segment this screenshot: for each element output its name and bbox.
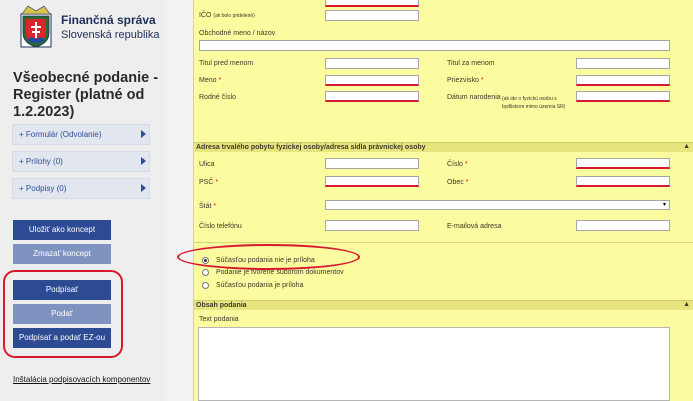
org-subtitle: Slovenská republika: [61, 29, 160, 41]
number-label: Číslo *: [447, 161, 468, 168]
ico-field[interactable]: [325, 10, 419, 21]
chevron-down-icon: ▾: [662, 202, 666, 208]
accordion-prilohy-label: Prílohy (0): [25, 157, 63, 166]
form-panel: IČO (ak bolo pridelené) Obchodné meno / …: [193, 0, 693, 401]
business-name-field[interactable]: [199, 40, 670, 51]
accordion-formular-label: Formulár (Odvolanie): [25, 130, 102, 139]
tax-id-field[interactable]: [325, 0, 419, 7]
chevron-right-icon: [141, 157, 146, 165]
birth-number-field[interactable]: [325, 91, 419, 102]
number-field[interactable]: [576, 158, 670, 169]
title-after-field[interactable]: [576, 58, 670, 69]
accordion-podpisy-label: Podpisy (0): [25, 184, 67, 193]
radio-with-attachment-label: Súčasťou podania je príloha: [216, 282, 304, 289]
text-label: Text podania: [199, 316, 239, 323]
phone-label: Číslo telefónu: [199, 223, 242, 230]
submit-button[interactable]: Podať: [13, 304, 111, 324]
form-title: Všeobecné podanie - Register (platné od …: [13, 70, 159, 120]
email-field[interactable]: [576, 220, 670, 231]
state-label: Štát *: [199, 203, 217, 210]
org-name: Finančná správa: [61, 13, 156, 27]
email-label: E-mailová adresa: [447, 223, 502, 230]
title-before-field[interactable]: [325, 58, 419, 69]
delete-draft-button[interactable]: Zmazať koncept: [13, 244, 111, 264]
city-label: Obec *: [447, 179, 469, 186]
install-signing-components-link[interactable]: Inštalácia podpisovacích komponentov: [13, 375, 150, 384]
birth-date-field[interactable]: [576, 91, 670, 102]
birth-date-label: Dátum narodenia: [447, 94, 501, 101]
radio-with-attachment[interactable]: [202, 282, 209, 289]
surname-label: Priezvisko *: [447, 77, 484, 84]
business-name-label: Obchodné meno / názov: [199, 30, 276, 37]
first-name-label: Meno *: [199, 77, 222, 84]
plus-icon: +: [19, 157, 26, 166]
save-draft-button[interactable]: Uložiť ako koncept: [13, 220, 111, 240]
phone-field[interactable]: [325, 220, 419, 231]
chevron-right-icon: [141, 130, 146, 138]
accordion-podpisy[interactable]: + Podpisy (0): [12, 178, 150, 199]
collapse-icon[interactable]: ▲: [683, 142, 690, 152]
plus-icon: +: [19, 184, 26, 193]
zip-field[interactable]: [325, 176, 419, 187]
address-section-title: Adresa trvalého pobytu fyzickej osoby/ad…: [196, 144, 426, 151]
address-section-header[interactable]: Adresa trvalého pobytu fyzickej osoby/ad…: [194, 142, 693, 152]
radio-document-set[interactable]: [202, 269, 209, 276]
submission-text-area[interactable]: [198, 327, 670, 401]
surname-field[interactable]: [576, 75, 670, 86]
birth-date-note: (ak ide o fyzickú osobu s bydliskom mimo …: [502, 96, 566, 110]
content-section-title: Obsah podania: [196, 302, 247, 309]
main-area: IČO (ak bolo pridelené) Obchodné meno / …: [165, 0, 693, 401]
plus-icon: +: [19, 130, 26, 139]
radio-no-attachment-label: Súčasťou podania nie je príloha: [216, 257, 315, 264]
sign-and-submit-ez-button[interactable]: Podpísať a podať EZ-ou: [13, 328, 111, 348]
zip-label: PSČ *: [199, 179, 219, 186]
collapse-icon[interactable]: ▲: [683, 300, 690, 310]
birth-number-label: Rodné číslo: [199, 94, 236, 101]
accordion-prilohy[interactable]: + Prílohy (0): [12, 151, 150, 172]
radio-document-set-label: Podanie je tvorené súborom dokumentov: [216, 269, 344, 276]
title-before-label: Titul pred menom: [199, 60, 254, 67]
city-field[interactable]: [576, 176, 670, 187]
chevron-right-icon: [141, 184, 146, 192]
street-label: Ulica: [199, 161, 215, 168]
sidebar: Finančná správa Slovenská republika Všeo…: [0, 0, 166, 401]
first-name-field[interactable]: [325, 75, 419, 86]
sign-button[interactable]: Podpísať: [13, 280, 111, 300]
financna-sprava-logo: [20, 5, 52, 48]
street-field[interactable]: [325, 158, 419, 169]
title-after-label: Titul za menom: [447, 60, 495, 67]
content-section-header[interactable]: Obsah podania ▲: [194, 300, 693, 310]
state-select[interactable]: ▾: [325, 200, 670, 210]
radio-no-attachment[interactable]: [202, 257, 209, 264]
ico-label: IČO (ak bolo pridelené): [199, 12, 255, 19]
accordion-formular[interactable]: + Formulár (Odvolanie): [12, 124, 150, 145]
divider: [194, 242, 693, 243]
